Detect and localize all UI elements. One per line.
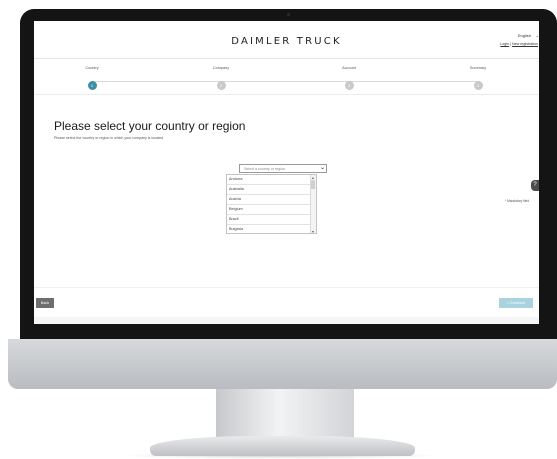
step-country: Country 1 — [62, 66, 122, 92]
chevron-down-icon[interactable]: ⌄ — [320, 164, 325, 171]
step-indicator: 4 — [473, 81, 483, 90]
step-label: Country — [85, 66, 99, 70]
step-indicator: 1 — [87, 81, 97, 90]
country-option[interactable]: Brazil — [227, 215, 310, 225]
continue-button[interactable]: > Continue — [499, 298, 533, 308]
monitor-stand-neck — [216, 389, 354, 439]
step-label: Account — [342, 66, 356, 70]
scroll-down-icon[interactable]: ▼ — [310, 230, 316, 233]
screen-bottom-strip — [34, 317, 539, 324]
step-label: Company — [212, 66, 230, 70]
step-summary: Summary 4 — [448, 66, 508, 92]
monitor-stand-base — [150, 436, 415, 456]
stepper-track — [92, 81, 479, 82]
header-links: Login|New registration — [500, 42, 538, 46]
login-link[interactable]: Login — [500, 42, 509, 46]
page-title: Please select your country or region — [54, 119, 246, 133]
link-separator: | — [510, 42, 512, 46]
back-button[interactable]: Back — [36, 298, 54, 308]
chevron-down-icon[interactable]: ⌄ — [536, 33, 539, 38]
step-label: Summary — [469, 66, 487, 70]
monitor-chin — [8, 339, 557, 389]
help-icon[interactable]: ? — [531, 180, 539, 191]
new-registration-link[interactable]: New registration — [512, 42, 538, 46]
country-option[interactable]: Austria — [227, 195, 310, 205]
step-indicator: 3 — [344, 81, 354, 90]
country-option[interactable]: Australia — [227, 185, 310, 195]
page-subtitle: Please select the country or region in w… — [54, 136, 164, 140]
country-dropdown-list[interactable]: Andorra Australia Austria Belgium Brazil… — [226, 174, 317, 234]
footer-divider — [34, 287, 539, 288]
brand-logo[interactable]: DAIMLER TRUCK — [34, 36, 539, 47]
select-placeholder: Select a country or region — [244, 167, 285, 171]
progress-stepper: Country 1 Company 2 Account 3 Summary 4 — [34, 59, 539, 95]
step-account: Account 3 — [319, 66, 379, 92]
country-option[interactable]: Andorra — [227, 175, 310, 185]
step-company: Company 2 — [191, 66, 251, 92]
step-indicator: 2 — [216, 81, 226, 90]
site-header: DAIMLER TRUCK English ⌄ Login|New regist… — [34, 21, 539, 59]
camera — [287, 13, 290, 16]
scroll-thumb[interactable] — [311, 180, 315, 189]
country-option[interactable]: Bulgaria — [227, 225, 310, 233]
language-select[interactable]: English — [518, 33, 531, 38]
country-select[interactable]: Select a country or region ⌄ — [239, 164, 327, 173]
mandatory-field-note: * Mandatory field — [505, 199, 529, 203]
screen: DAIMLER TRUCK English ⌄ Login|New regist… — [34, 21, 539, 324]
dropdown-scrollbar[interactable]: ▲ ▼ — [310, 175, 316, 233]
country-option[interactable]: Belgium — [227, 205, 310, 215]
